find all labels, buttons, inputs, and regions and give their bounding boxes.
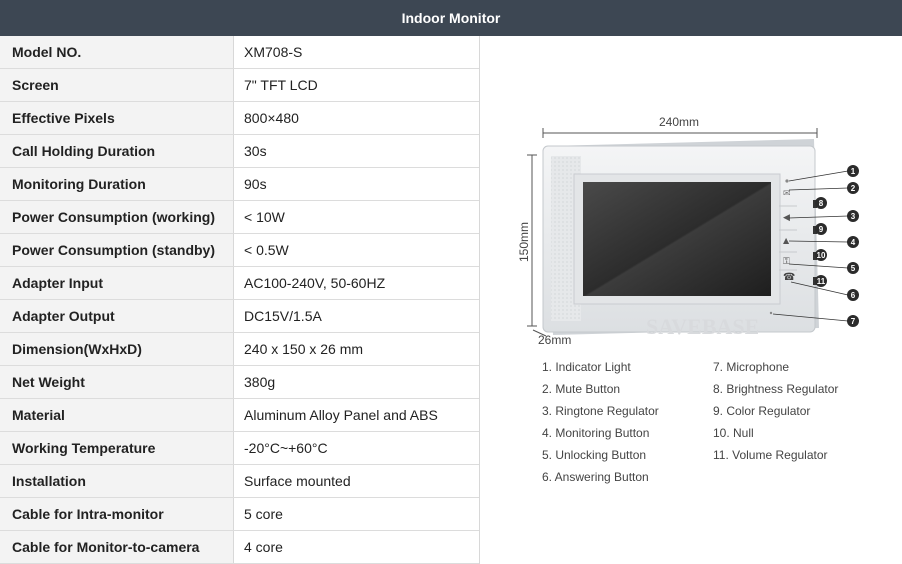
monitor-illustration: 240mm 150mm 26mm ✉ ◀ ▲ ⚿ ☎ SAVEBASE 1283…: [517, 115, 859, 347]
monitor-diagram: 240mm 150mm 26mm ✉ ◀ ▲ ⚿ ☎ SAVEBASE 1 2 …: [481, 36, 902, 564]
spec-value: 800×480: [233, 101, 480, 135]
spec-row: Cable for Intra-monitor 5 core: [0, 497, 480, 531]
legend-item: 8. Brightness Regulator: [713, 382, 839, 396]
spec-value: 4 core: [233, 530, 480, 564]
spec-row: Power Consumption (standby) < 0.5W: [0, 233, 480, 267]
spec-label: Power Consumption (standby): [0, 233, 234, 267]
spec-value: AC100-240V, 50-60HZ: [233, 266, 480, 300]
callout-number: 7: [851, 317, 856, 326]
spec-value: 90s: [233, 167, 480, 201]
callout-number: 9: [819, 225, 824, 234]
spec-row: Working Temperature -20°C~+60°C: [0, 431, 480, 465]
spec-row: Model NO. XM708-S: [0, 36, 480, 69]
monitor-screen: [583, 182, 771, 296]
spec-label: Cable for Intra-monitor: [0, 497, 234, 531]
legend-item: 11. Volume Regulator: [713, 448, 828, 462]
watermark-text: SAVEBASE: [646, 314, 759, 339]
legend-item: 4. Monitoring Button: [542, 426, 650, 440]
callout-number: 5: [851, 264, 856, 273]
spec-row: Net Weight 380g: [0, 365, 480, 399]
spec-table: Model NO. XM708-S Screen 7" TFT LCD Effectiv…: [0, 36, 480, 564]
spec-row: Material Aluminum Alloy Panel and ABS: [0, 398, 480, 432]
legend-item: 10. Null: [713, 426, 754, 440]
spec-label: Net Weight: [0, 365, 234, 399]
unlock-icon: ⚿: [783, 257, 790, 267]
spec-value: 30s: [233, 134, 480, 168]
legend-item: 6. Answering Button: [542, 470, 649, 484]
spec-value: < 0.5W: [233, 233, 480, 267]
spec-value: -20°C~+60°C: [233, 431, 480, 465]
callout-number: 8: [819, 199, 824, 208]
legend-item: 3. Ringtone Regulator: [542, 404, 659, 418]
spec-label: Model NO.: [0, 36, 234, 69]
spec-row: Screen 7" TFT LCD: [0, 68, 480, 102]
microphone-icon: [769, 311, 773, 315]
spec-value: < 10W: [233, 200, 480, 234]
spec-value: 7" TFT LCD: [233, 68, 480, 102]
spec-value: XM708-S: [233, 36, 480, 69]
spec-value: DC15V/1.5A: [233, 299, 480, 333]
spec-value: 5 core: [233, 497, 480, 531]
legend-item: 1. Indicator Light: [542, 360, 631, 374]
spec-row: Adapter Input AC100-240V, 50-60HZ: [0, 266, 480, 300]
depth-label: 26mm: [538, 333, 571, 347]
spec-label: Effective Pixels: [0, 101, 234, 135]
callout-number: 10: [817, 251, 826, 260]
spec-row: Power Consumption (working) < 10W: [0, 200, 480, 234]
spec-row: Installation Surface mounted: [0, 464, 480, 498]
spec-row: Effective Pixels 800×480: [0, 101, 480, 135]
spec-label: Installation: [0, 464, 234, 498]
spec-row: Monitoring Duration 90s: [0, 167, 480, 201]
spec-label: Adapter Output: [0, 299, 234, 333]
spec-label: Cable for Monitor-to-camera: [0, 530, 234, 564]
spec-value: 380g: [233, 365, 480, 399]
callout-number: 1: [851, 167, 856, 176]
legend-item: 7. Microphone: [713, 360, 790, 374]
spec-label: Power Consumption (working): [0, 200, 234, 234]
spec-label: Screen: [0, 68, 234, 102]
answer-icon: ☎: [783, 272, 795, 283]
spec-label: Working Temperature: [0, 431, 234, 465]
spec-value: Surface mounted: [233, 464, 480, 498]
callout-number: 11: [817, 277, 826, 286]
spec-row: Call Holding Duration 30s: [0, 134, 480, 168]
spec-label: Dimension(WxHxD): [0, 332, 234, 366]
legend-item: 9. Color Regulator: [713, 404, 811, 418]
spec-value: Aluminum Alloy Panel and ABS: [233, 398, 480, 432]
spec-row: Dimension(WxHxD) 240 x 150 x 26 mm: [0, 332, 480, 366]
height-label: 150mm: [517, 222, 531, 262]
mute-icon: ✉: [783, 189, 791, 199]
column-divider: [479, 36, 480, 564]
spec-label: Adapter Input: [0, 266, 234, 300]
callout-number: 4: [851, 238, 856, 247]
spec-label: Call Holding Duration: [0, 134, 234, 168]
callout-number: 2: [851, 184, 856, 193]
width-label: 240mm: [659, 115, 699, 129]
spec-row: Cable for Monitor-to-camera 4 core: [0, 530, 480, 564]
callout-number: 3: [851, 212, 856, 221]
ringtone-icon: ◀: [783, 213, 790, 223]
monitoring-icon: ▲: [783, 236, 790, 245]
page-header: Indoor Monitor: [0, 0, 902, 36]
indicator-light-icon: [785, 179, 789, 183]
header-title: Indoor Monitor: [401, 10, 501, 26]
spec-row: Adapter Output DC15V/1.5A: [0, 299, 480, 333]
spec-label: Monitoring Duration: [0, 167, 234, 201]
spec-label: Material: [0, 398, 234, 432]
legend-item: 5. Unlocking Button: [542, 448, 647, 462]
callout-number: 6: [851, 291, 856, 300]
spec-value: 240 x 150 x 26 mm: [233, 332, 480, 366]
legend-item: 2. Mute Button: [542, 382, 621, 396]
